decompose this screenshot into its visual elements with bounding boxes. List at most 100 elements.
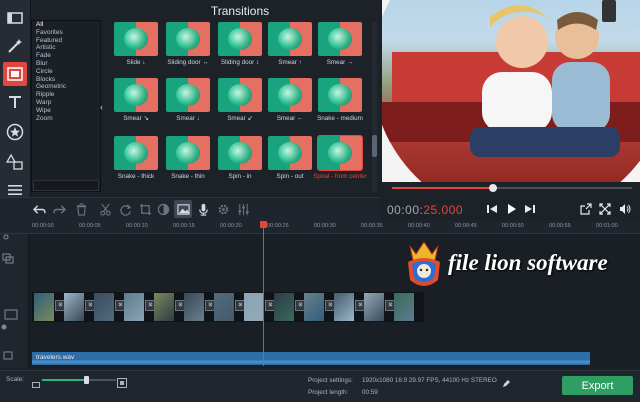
transition-label: Snake - medium (317, 115, 363, 122)
ruler-tick-label: 00:00:30 (314, 223, 336, 229)
video-clip[interactable] (304, 293, 324, 321)
image-icon[interactable] (174, 200, 192, 218)
transition-thumbnail[interactable] (268, 78, 312, 112)
transitions-icon[interactable] (3, 62, 27, 86)
redo-icon[interactable] (50, 200, 68, 218)
volume-icon[interactable] (617, 201, 633, 217)
ruler-tick-label: 00:00:55 (549, 223, 571, 229)
category-item[interactable]: All (32, 21, 100, 29)
ruler-tick-label: 00:00:10 (126, 223, 148, 229)
transition-thumbnail[interactable] (166, 22, 210, 56)
playhead-handle[interactable] (260, 221, 267, 228)
star-icon[interactable] (3, 120, 27, 144)
transition-label: Sliding door ↕ (220, 59, 260, 66)
timecode-current: 25.000 (423, 203, 464, 217)
tools-sidebar (0, 0, 31, 205)
undo-icon[interactable] (30, 200, 48, 218)
export-button[interactable]: Export (562, 376, 633, 395)
transition-thumbnail[interactable] (317, 135, 363, 171)
ruler-tick-label: 00:00:20 (220, 223, 242, 229)
video-clip[interactable] (154, 293, 174, 321)
transition-thumbnail[interactable] (114, 78, 158, 112)
detach-preview-icon[interactable] (578, 201, 594, 217)
category-search-input[interactable] (33, 180, 99, 191)
category-item[interactable]: Ripple (32, 91, 100, 99)
magic-wand-icon[interactable] (3, 34, 27, 58)
microphone-icon[interactable] (194, 200, 212, 218)
transition-thumbnail[interactable] (268, 22, 312, 56)
color-adjust-icon[interactable] (154, 200, 172, 218)
video-clip[interactable] (94, 293, 114, 321)
audio-clip-label: travelers.wav (36, 354, 75, 361)
import-icon[interactable] (3, 6, 27, 30)
transition-thumbnail[interactable] (318, 78, 362, 112)
next-frame-icon[interactable] (522, 201, 538, 217)
category-item[interactable]: Warp (32, 99, 100, 107)
transition-thumbnail[interactable] (114, 22, 158, 56)
audio-clip[interactable] (32, 352, 590, 365)
video-clip[interactable] (64, 293, 84, 321)
transition-thumbnail[interactable] (218, 22, 262, 56)
transition-thumbnail[interactable] (268, 136, 312, 170)
video-clip[interactable] (244, 293, 264, 321)
grid-scrollbar-thumb[interactable] (372, 135, 377, 157)
ruler-tick-label: 00:00:00 (32, 223, 54, 229)
category-item[interactable]: Circle (32, 68, 100, 76)
transition-label: Smear ← (276, 115, 304, 122)
video-clip[interactable] (124, 293, 144, 321)
zoom-in-icon[interactable] (117, 375, 127, 388)
video-clip[interactable] (34, 293, 54, 321)
transition-thumbnail[interactable] (166, 78, 210, 112)
timecode-display: 00:00:25.000 (387, 203, 464, 217)
video-clip[interactable] (334, 293, 354, 321)
category-item[interactable]: Wipe (32, 107, 100, 115)
playhead[interactable] (263, 221, 264, 366)
collapse-panel-icon[interactable]: ‹ (100, 102, 103, 112)
crop-icon[interactable] (136, 200, 154, 218)
previous-frame-icon[interactable] (484, 201, 500, 217)
video-clip[interactable] (214, 293, 234, 321)
seek-handle[interactable] (488, 184, 497, 192)
text-icon[interactable] (3, 90, 27, 114)
category-item[interactable]: Zoom (32, 115, 100, 123)
ruler-tick-label: 00:00:40 (408, 223, 430, 229)
transition-label: Smear ↑ (278, 59, 302, 66)
fullscreen-icon[interactable] (597, 201, 613, 217)
cut-icon[interactable] (96, 200, 114, 218)
transition-label: Smear ↘ (123, 115, 149, 122)
transition-thumbnail[interactable] (166, 136, 210, 170)
category-item[interactable]: Fade (32, 52, 100, 60)
category-item[interactable]: Artistic (32, 44, 100, 52)
watermark-text: file lion software (448, 250, 608, 275)
transition-thumbnail[interactable] (218, 78, 262, 112)
scale-slider-handle[interactable] (84, 376, 89, 384)
shapes-icon[interactable] (3, 150, 27, 174)
ruler-tick-label: 00:00:50 (502, 223, 524, 229)
edit-settings-icon[interactable] (502, 375, 511, 387)
grid-scrollbar[interactable] (372, 22, 377, 192)
video-clip[interactable] (364, 293, 384, 321)
play-icon[interactable] (503, 201, 519, 217)
transition-label: Sliding door ↔ (167, 59, 209, 66)
transition-label: Spin - in (228, 173, 252, 180)
category-item[interactable]: Blur (32, 60, 100, 68)
category-item[interactable]: Blocks (32, 76, 100, 84)
video-clip[interactable] (274, 293, 294, 321)
category-item[interactable]: Geometric (32, 83, 100, 91)
zoom-out-icon[interactable] (32, 376, 40, 388)
settings-icon[interactable] (214, 200, 232, 218)
category-list: All Favorites Featured Artistic Fade Blur Circ… (31, 20, 101, 192)
ruler-tick-label: 00:00:35 (361, 223, 383, 229)
delete-icon[interactable] (72, 200, 90, 218)
equalizer-icon[interactable] (234, 200, 252, 218)
category-item[interactable]: Favorites (32, 29, 100, 37)
project-settings-value: 1920x1080 16:9 29.97 FPS, 44100 Hz STERE… (362, 377, 497, 384)
transition-thumbnail[interactable] (218, 136, 262, 170)
ruler-tick-label: 00:01:00 (596, 223, 618, 229)
transition-thumbnail[interactable] (114, 136, 158, 170)
transition-thumbnail[interactable] (318, 22, 362, 56)
video-clip[interactable] (394, 293, 414, 321)
video-clip[interactable] (184, 293, 204, 321)
rotate-icon[interactable] (116, 200, 134, 218)
category-item[interactable]: Featured (32, 37, 100, 45)
